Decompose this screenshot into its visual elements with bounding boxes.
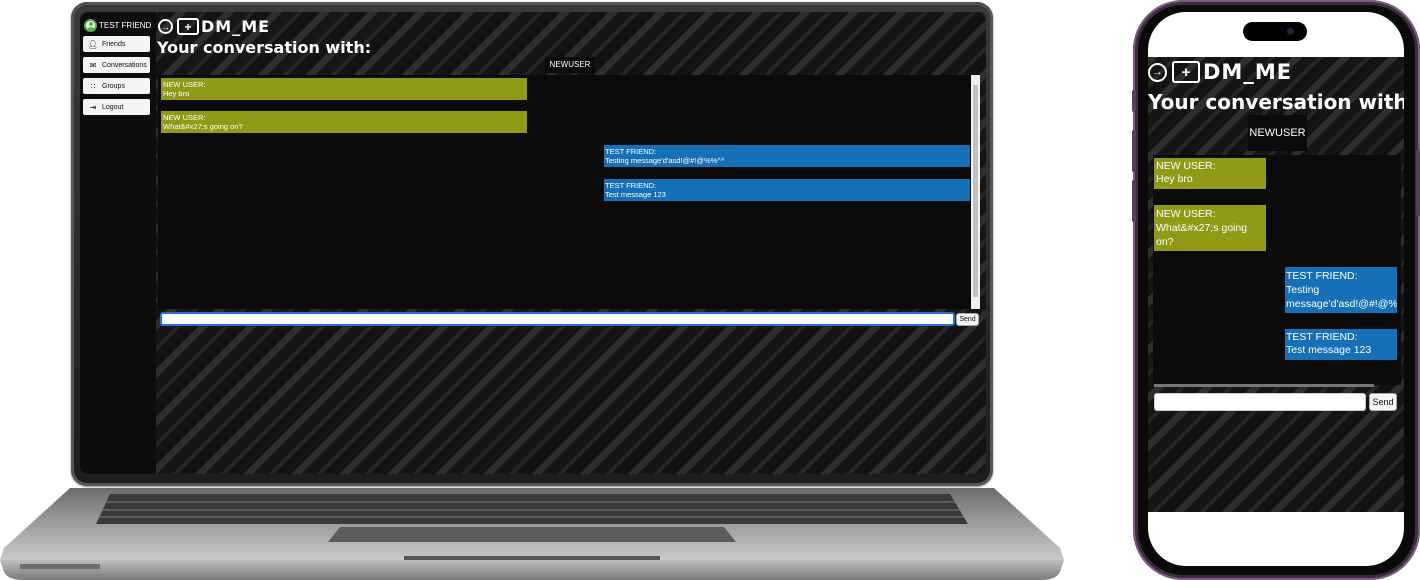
message-sender: NEW USER:: [1156, 208, 1216, 220]
message-sender: NEW USER:: [163, 113, 206, 122]
sidebar-item-friends[interactable]: 👤︎ Friends: [83, 36, 150, 52]
message-text: Testing message'd'asd!@#!@%%^^: [605, 156, 725, 165]
message-bubble: NEW USER: What&#x27;s going on?: [1154, 205, 1266, 251]
message-bubble: TEST FRIEND: Test message 123: [604, 179, 970, 201]
sidebar-item-label: Friends: [102, 40, 126, 48]
message-list[interactable]: NEW USER: Hey bro NEW USER: What&#x27;s …: [1153, 155, 1401, 385]
envelope-icon: ✉︎: [89, 60, 97, 70]
person-icon: 👤︎: [87, 39, 99, 49]
message-text: Hey bro: [1156, 173, 1193, 185]
peer-name-badge: NEWUSER: [545, 57, 595, 73]
message-bubble: NEW USER: What&#x27;s going on?: [161, 111, 527, 133]
message-sender: NEW USER:: [1156, 160, 1216, 172]
sidebar-item-label: Groups: [102, 82, 125, 90]
message-sender: NEW USER:: [163, 80, 206, 89]
sidebar: TEST FRIEND 👤︎ Friends ✉︎ Conversations …: [80, 12, 156, 474]
sidebar-item-conversations[interactable]: ✉︎ Conversations: [83, 57, 150, 73]
page-title: Your conversation with:: [157, 38, 372, 57]
message-bubble: TEST FRIEND: Testing message'd'asd!@#!@%…: [1285, 267, 1397, 313]
app-logo[interactable]: → + DM_ME: [158, 17, 270, 36]
message-sender: TEST FRIEND:: [1286, 331, 1358, 343]
sidebar-item-groups[interactable]: ∷ Groups: [83, 78, 150, 94]
sidebar-user: TEST FRIEND: [80, 12, 156, 32]
group-icon: ∷: [90, 81, 96, 91]
message-scrollbar[interactable]: [971, 75, 980, 309]
message-sender: TEST FRIEND:: [1286, 270, 1358, 282]
sidebar-item-label: Conversations: [102, 61, 147, 69]
message-text: Test message 123: [1286, 344, 1372, 356]
sidebar-username: TEST FRIEND: [99, 20, 152, 30]
message-text: What&#x27;s going on?: [163, 122, 243, 131]
laptop-screen: TEST FRIEND 👤︎ Friends ✉︎ Conversations …: [80, 12, 986, 474]
laptop-base: [0, 488, 1064, 580]
phone-side-button: [1132, 90, 1136, 112]
scrollbar-thumb[interactable]: [973, 85, 978, 297]
message-bubble: NEW USER: Hey bro: [161, 78, 527, 100]
message-sender: TEST FRIEND:: [605, 181, 657, 190]
message-list-scrollbar[interactable]: [1154, 384, 1374, 387]
message-text: Testing message'd'asd!@#!@%%^^: [1286, 284, 1397, 310]
avatar-icon: [84, 18, 97, 32]
message-input[interactable]: [160, 312, 955, 326]
message-list[interactable]: NEW USER: Hey bro NEW USER: What&#x27;s …: [158, 75, 980, 309]
message-text: Test message 123: [605, 190, 666, 199]
message-plus-icon: +: [1172, 61, 1200, 83]
circle-arrow-icon: →: [1148, 62, 1167, 82]
dynamic-island: [1243, 22, 1307, 41]
peer-name-badge: NEWUSER: [1248, 115, 1307, 151]
message-bubble: NEW USER: Hey bro: [1154, 158, 1266, 189]
message-bubble: TEST FRIEND: Testing message'd'asd!@#!@%…: [604, 145, 970, 167]
phone-side-button: [1416, 150, 1420, 216]
logout-icon: ⇥: [89, 102, 97, 112]
phone-side-button: [1132, 180, 1136, 222]
logo-wordmark: DM_ME: [201, 17, 271, 36]
logo-wordmark: DM_ME: [1203, 60, 1293, 84]
sidebar-item-label: Logout: [102, 103, 124, 111]
app-logo[interactable]: → + DM_ME: [1148, 60, 1292, 84]
message-text: Hey bro: [163, 89, 190, 98]
send-button[interactable]: Send: [1369, 393, 1397, 411]
message-input[interactable]: [1154, 393, 1366, 411]
phone-screen: → + DM_ME Your conversation with: NEWUSE…: [1148, 57, 1404, 512]
message-text: What&#x27;s going on?: [1156, 222, 1248, 248]
send-button[interactable]: Send: [956, 313, 979, 326]
phone-side-button: [1132, 130, 1136, 172]
circle-arrow-icon: →: [158, 19, 173, 34]
page-title: Your conversation with:: [1148, 90, 1404, 114]
message-sender: TEST FRIEND:: [605, 147, 657, 156]
sidebar-item-logout[interactable]: ⇥ Logout: [83, 99, 150, 115]
message-plus-icon: +: [177, 18, 199, 35]
message-bubble: TEST FRIEND: Test message 123: [1285, 329, 1397, 360]
